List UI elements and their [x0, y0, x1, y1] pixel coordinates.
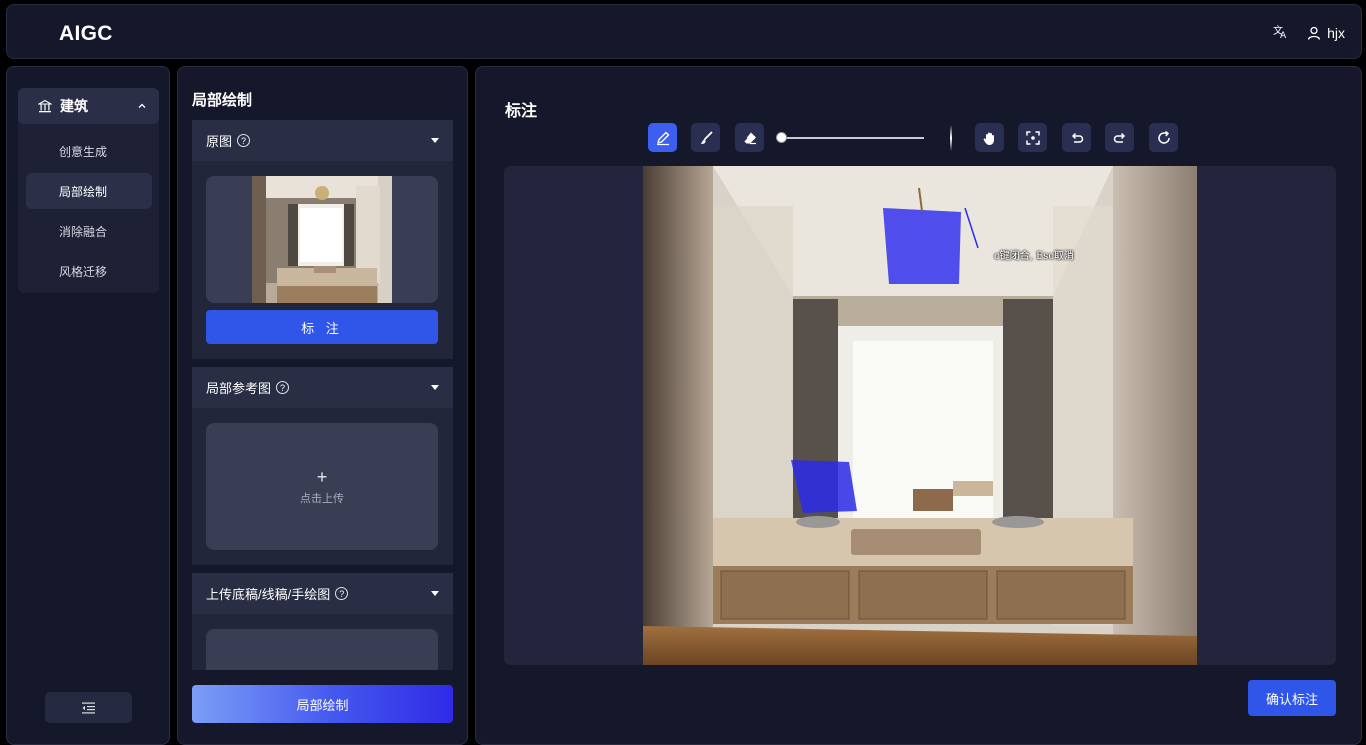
- caret-down-icon: [431, 138, 439, 143]
- brush-tool-button[interactable]: [691, 123, 720, 152]
- redo-icon: [1113, 132, 1125, 143]
- reset-icon: [1157, 130, 1170, 144]
- undo-button[interactable]: [1062, 123, 1091, 152]
- upload-text: 点击上传: [300, 492, 344, 505]
- sketch-upload-area[interactable]: [206, 629, 438, 670]
- pen-icon: [656, 131, 669, 145]
- fit-screen-button[interactable]: [1018, 123, 1047, 152]
- help-icon[interactable]: ?: [276, 381, 290, 394]
- annotation-area: 标注 c键闭合, Esc取消 确认标注: [475, 66, 1362, 745]
- user-menu[interactable]: hjx: [1307, 25, 1345, 41]
- section-original: 原图? 标 注: [192, 120, 453, 359]
- annotation-title: 标注: [505, 103, 538, 120]
- original-image-thumbnail[interactable]: [206, 176, 438, 303]
- reference-upload-area[interactable]: + 点击上传: [206, 423, 438, 550]
- help-icon[interactable]: ?: [237, 134, 251, 147]
- collapse-menu-icon: [82, 702, 95, 713]
- reset-button[interactable]: [1149, 123, 1178, 152]
- user-icon: [1307, 26, 1321, 40]
- eraser-tool-button[interactable]: [735, 123, 764, 152]
- sidebar-item-style[interactable]: 风格迁移: [26, 253, 152, 289]
- annotation-canvas[interactable]: c键闭合, Esc取消: [504, 166, 1336, 665]
- section-reference: 局部参考图? + 点击上传: [192, 367, 453, 565]
- undo-icon: [1071, 132, 1083, 143]
- caret-down-icon: [431, 385, 439, 390]
- app-logo: AIGC: [59, 22, 113, 45]
- caret-down-icon: [431, 591, 439, 596]
- pen-tool-button[interactable]: [648, 123, 677, 152]
- eraser-icon: [743, 132, 756, 144]
- brush-icon: [700, 131, 712, 144]
- inpaint-panel: 局部绘制 原图? 标 注 局部参考图 ? + 点击上传 上传底稿/线稿/手绘图 …: [177, 66, 468, 745]
- section-header-reference[interactable]: 局部参考图?: [192, 367, 453, 408]
- username: hjx: [1327, 24, 1345, 41]
- slider-knob[interactable]: [776, 132, 787, 143]
- sidebar-item-creative[interactable]: 创意生成: [26, 133, 152, 169]
- sidebar-item-label: 风格迁移: [59, 264, 108, 279]
- sidebar: 建筑 创意生成 局部绘制 消除融合 风格迁移: [6, 66, 170, 745]
- panel-scroll-area[interactable]: 原图? 标 注 局部参考图 ? + 点击上传 上传底稿/线稿/手绘图 ?: [192, 120, 453, 670]
- sidebar-item-label: 消除融合: [59, 224, 108, 239]
- annotation-toolbar: [476, 123, 1361, 153]
- top-bar: AIGC 文A hjx: [6, 4, 1362, 59]
- section-header-original[interactable]: 原图?: [192, 120, 453, 161]
- collapse-sidebar-button[interactable]: [45, 692, 132, 723]
- chevron-up-icon: [138, 103, 146, 108]
- sidebar-item-label: 局部绘制: [59, 184, 108, 199]
- fit-screen-icon: [1025, 130, 1040, 145]
- room-thumbnail-image: [252, 176, 392, 303]
- hand-icon: [983, 132, 994, 145]
- brush-size-slider[interactable]: [776, 132, 924, 143]
- plus-icon: +: [316, 466, 328, 487]
- section-header-sketch[interactable]: 上传底稿/线稿/手绘图?: [192, 573, 453, 614]
- section-sketch: 上传底稿/线稿/手绘图?: [192, 573, 453, 670]
- confirm-annotation-button[interactable]: 确认标注: [1248, 680, 1336, 716]
- redo-button[interactable]: [1105, 123, 1134, 152]
- menu-group-building: 建筑 创意生成 局部绘制 消除融合 风格迁移: [18, 88, 159, 293]
- section-title: 原图: [206, 134, 233, 149]
- section-title: 局部参考图: [206, 381, 272, 396]
- help-icon[interactable]: ?: [335, 587, 349, 600]
- menu-group-label: 建筑: [60, 98, 88, 114]
- toolbar-divider: [950, 125, 952, 151]
- panel-title: 局部绘制: [192, 92, 253, 109]
- section-title: 上传底稿/线稿/手绘图: [206, 587, 331, 602]
- canvas-hint: c键闭合, Esc取消: [994, 251, 1074, 262]
- building-icon: [38, 99, 52, 113]
- top-right-actions: 文A hjx: [1273, 23, 1345, 42]
- sidebar-item-erase[interactable]: 消除融合: [26, 213, 152, 249]
- pan-tool-button[interactable]: [975, 123, 1004, 152]
- svg-text:A: A: [1280, 31, 1287, 39]
- mark-button[interactable]: 标 注: [206, 310, 438, 344]
- menu-group-header[interactable]: 建筑: [18, 88, 159, 124]
- translate-icon[interactable]: 文A: [1273, 23, 1289, 42]
- sidebar-item-inpaint[interactable]: 局部绘制: [26, 173, 152, 209]
- sidebar-item-label: 创意生成: [59, 144, 108, 159]
- inpaint-generate-button[interactable]: 局部绘制: [192, 685, 453, 723]
- room-image: [643, 166, 1197, 665]
